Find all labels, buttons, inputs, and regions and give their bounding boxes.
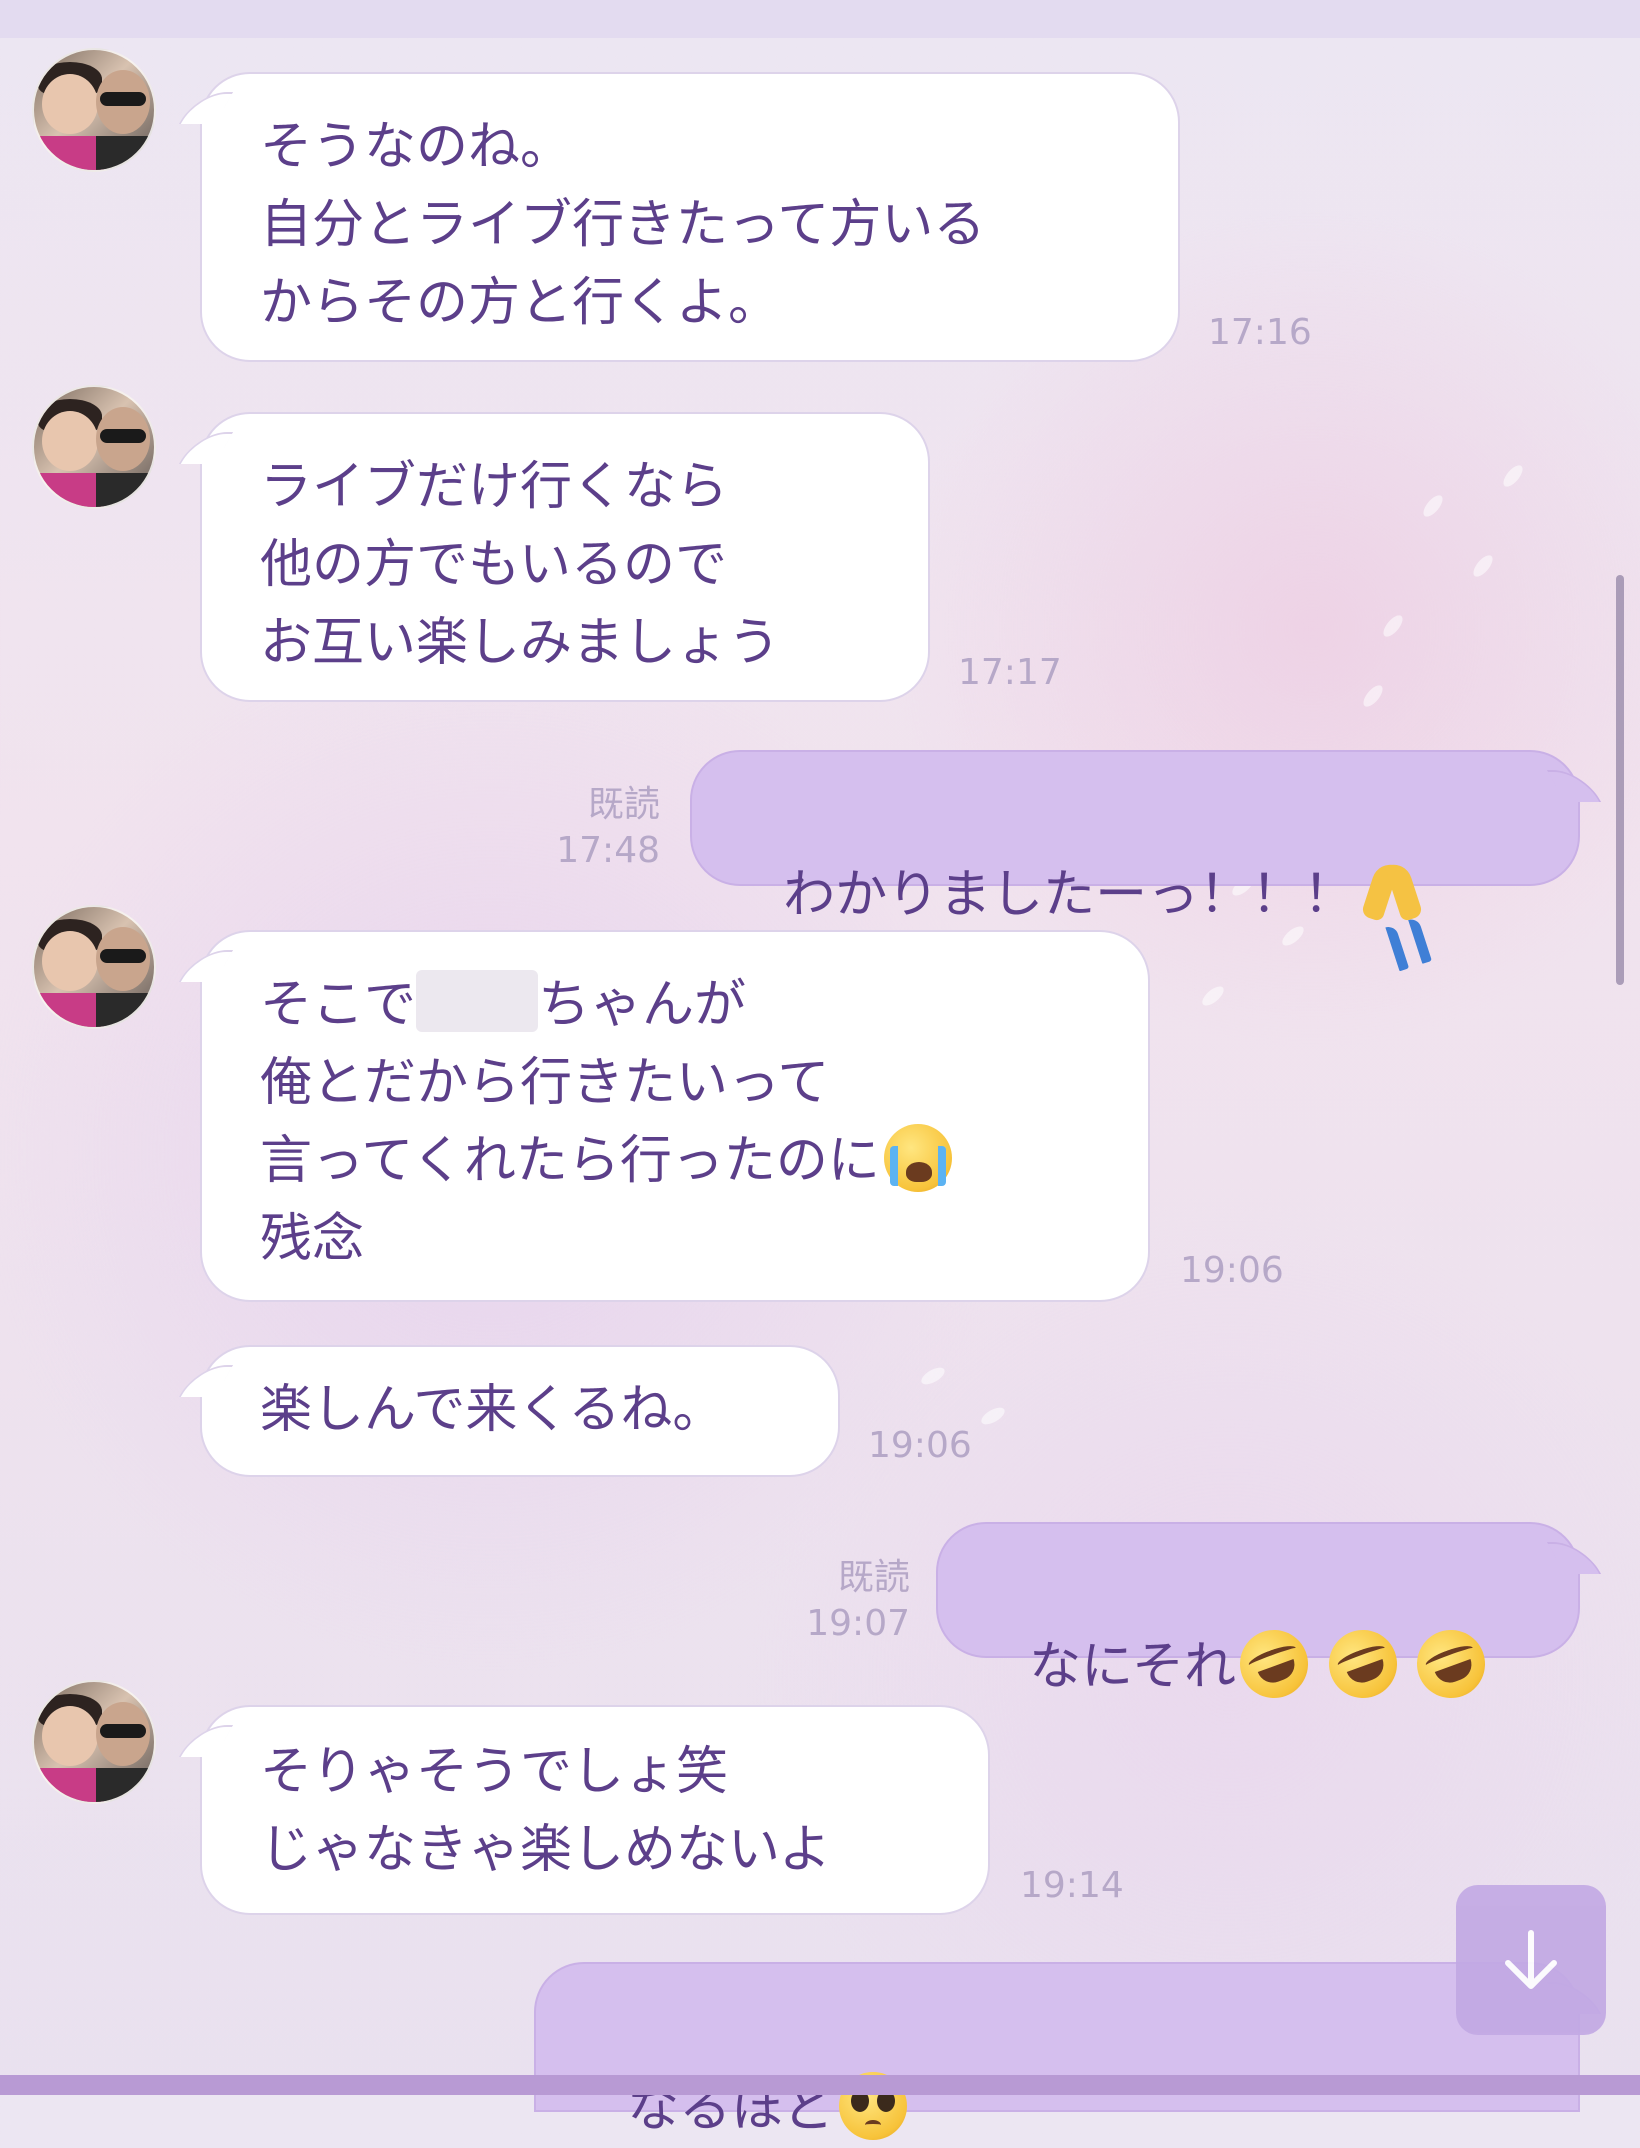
message-time: 19:06 bbox=[868, 1425, 972, 1466]
incoming-message[interactable]: 楽しんで来くるね。 bbox=[200, 1345, 840, 1477]
read-receipt: 既読 bbox=[587, 784, 660, 825]
incoming-message[interactable]: そこで ちゃんが 俺とだから行きたいって 言ってくれたら行ったのに 残念 bbox=[200, 930, 1150, 1302]
message-time: 17:17 bbox=[958, 652, 1062, 693]
message-text: そこで bbox=[260, 975, 417, 1035]
top-bar bbox=[0, 0, 1640, 38]
scroll-to-bottom-button[interactable] bbox=[1456, 1885, 1606, 2035]
fish-decoration bbox=[1500, 462, 1526, 490]
fish-decoration bbox=[1420, 492, 1446, 520]
fish-decoration bbox=[1360, 682, 1386, 710]
fish-decoration bbox=[1199, 983, 1227, 1009]
message-time: 19:07 bbox=[806, 1603, 910, 1644]
fish-decoration bbox=[978, 1404, 1008, 1428]
pray-emoji bbox=[1359, 858, 1425, 926]
scrollbar[interactable] bbox=[1616, 575, 1624, 985]
bottom-bar bbox=[0, 2075, 1640, 2095]
fish-decoration bbox=[1470, 552, 1496, 580]
message-time: 17:48 bbox=[556, 830, 660, 871]
incoming-message[interactable]: ライブだけ行くなら 他の方でもいるので お互い楽しみましょう bbox=[200, 412, 930, 702]
contact-avatar[interactable] bbox=[32, 48, 156, 172]
message-time: 19:06 bbox=[1180, 1250, 1284, 1291]
contact-avatar[interactable] bbox=[32, 905, 156, 1029]
message-time: 17:16 bbox=[1208, 312, 1312, 353]
message-text: なにそれ bbox=[1029, 1637, 1237, 1697]
contact-avatar[interactable] bbox=[32, 385, 156, 509]
outgoing-message[interactable]: わかりましたーっ！！！ bbox=[690, 750, 1580, 925]
read-receipt: 既読 bbox=[837, 1557, 910, 1598]
fish-decoration bbox=[1380, 612, 1406, 640]
contact-avatar[interactable] bbox=[32, 1680, 156, 1804]
arrow-down-icon bbox=[1505, 1930, 1557, 1989]
rolling-laughing-emoji bbox=[1230, 1620, 1318, 1708]
outgoing-message[interactable]: なにそれ bbox=[936, 1522, 1580, 1708]
crying-emoji bbox=[883, 1124, 952, 1192]
blurred-name bbox=[416, 970, 539, 1032]
rolling-laughing-emoji bbox=[1318, 1620, 1407, 1708]
rolling-laughing-emoji bbox=[1407, 1620, 1495, 1708]
incoming-message[interactable]: そりゃそうでしょ笑 じゃなきゃ楽しめないよ bbox=[200, 1705, 990, 1915]
incoming-message[interactable]: そうなのね。 自分とライブ行きたって方いる からその方と行くよ。 bbox=[200, 72, 1180, 362]
message-meta: 既読 17:48 bbox=[540, 782, 660, 874]
message-meta: 既読 19:07 bbox=[790, 1555, 910, 1647]
message-text: わかりましたーっ！！！ bbox=[783, 865, 1356, 925]
message-text: 残念 bbox=[260, 1209, 365, 1269]
fish-decoration bbox=[918, 1364, 948, 1388]
message-time: 19:14 bbox=[1020, 1865, 1124, 1906]
